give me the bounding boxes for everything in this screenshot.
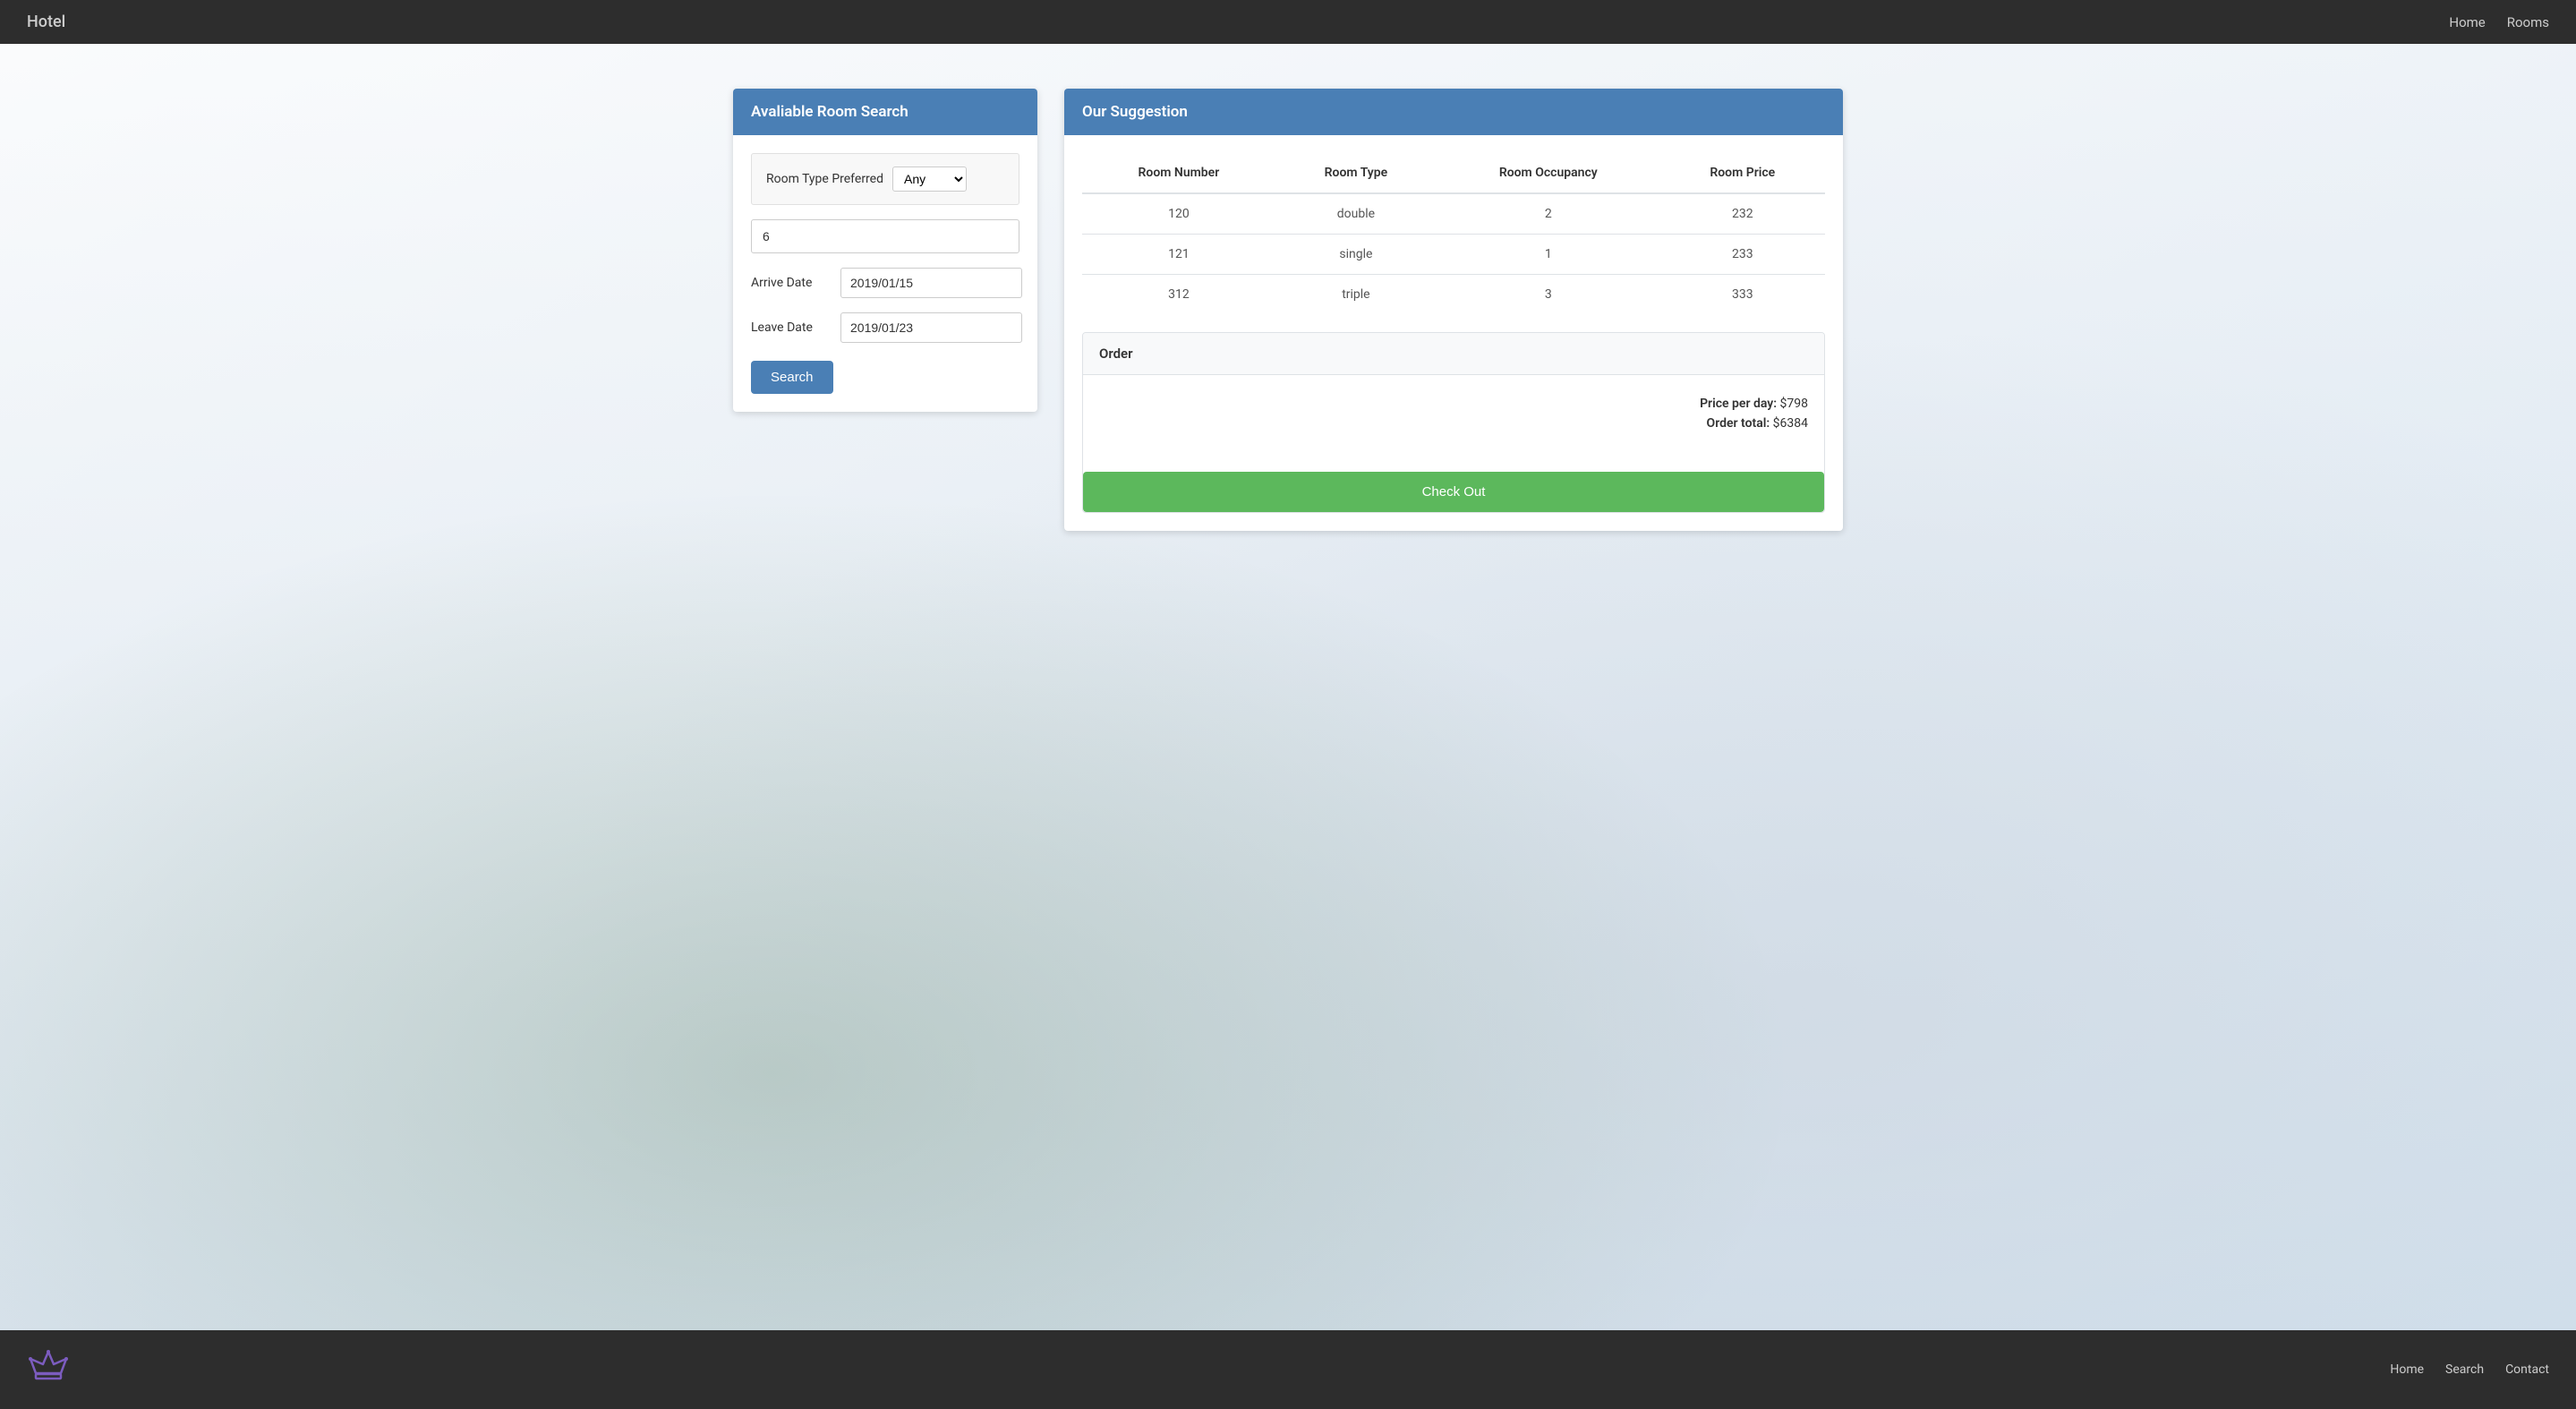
order-total-value: $6384 bbox=[1773, 416, 1808, 431]
search-panel-title: Avaliable Room Search bbox=[751, 103, 908, 121]
table-row: 120 double 2 232 bbox=[1082, 193, 1825, 235]
suggestion-panel-title: Our Suggestion bbox=[1082, 103, 1188, 121]
leave-date-label: Leave Date bbox=[751, 320, 832, 335]
footer-links: Home Search Contact bbox=[2390, 1362, 2549, 1377]
content-wrapper: Avaliable Room Search Room Type Preferre… bbox=[661, 44, 1915, 576]
col-room-occupancy: Room Occupancy bbox=[1437, 153, 1660, 193]
order-header: Order bbox=[1083, 333, 1824, 375]
leave-date-row: Leave Date bbox=[751, 312, 1019, 343]
table-row: 312 triple 3 333 bbox=[1082, 275, 1825, 315]
cell-room-occupancy: 1 bbox=[1437, 235, 1660, 275]
cell-room-occupancy: 3 bbox=[1437, 275, 1660, 315]
room-type-row: Room Type Preferred Any Single Double Tr… bbox=[751, 153, 1019, 205]
cell-room-type: double bbox=[1275, 193, 1437, 235]
order-body: Price per day: $798 Order total: $6384 bbox=[1083, 375, 1824, 457]
cell-room-type: triple bbox=[1275, 275, 1437, 315]
nav-home-link[interactable]: Home bbox=[2449, 14, 2485, 30]
search-panel-header: Avaliable Room Search bbox=[733, 89, 1037, 135]
footer-home-link[interactable]: Home bbox=[2390, 1362, 2424, 1377]
cell-room-occupancy: 2 bbox=[1437, 193, 1660, 235]
main-content: Avaliable Room Search Room Type Preferre… bbox=[0, 44, 2576, 1330]
room-type-select[interactable]: Any Single Double Triple bbox=[892, 167, 967, 192]
cell-room-number: 312 bbox=[1082, 275, 1275, 315]
order-totals: Price per day: $798 Order total: $6384 bbox=[1099, 389, 1808, 443]
suggestion-panel: Our Suggestion Room Number Room Type Roo… bbox=[1064, 89, 1843, 531]
cell-room-price: 333 bbox=[1660, 275, 1825, 315]
footer: Home Search Contact bbox=[0, 1330, 2576, 1409]
room-type-label: Room Type Preferred bbox=[766, 172, 883, 186]
guests-input[interactable] bbox=[751, 219, 1019, 253]
suggestion-panel-body: Room Number Room Type Room Occupancy Roo… bbox=[1064, 135, 1843, 531]
rooms-table: Room Number Room Type Room Occupancy Roo… bbox=[1082, 153, 1825, 314]
table-row: 121 single 1 233 bbox=[1082, 235, 1825, 275]
arrive-date-row: Arrive Date bbox=[751, 268, 1019, 298]
footer-logo bbox=[27, 1346, 70, 1393]
price-per-day-label: Price per day: bbox=[1700, 397, 1777, 411]
top-navigation: Hotel Home Rooms bbox=[0, 0, 2576, 44]
suggestion-panel-header: Our Suggestion bbox=[1064, 89, 1843, 135]
order-total-label: Order total: bbox=[1707, 416, 1770, 431]
col-room-price: Room Price bbox=[1660, 153, 1825, 193]
cell-room-number: 121 bbox=[1082, 235, 1275, 275]
price-per-day-row: Price per day: $798 bbox=[1099, 397, 1808, 411]
footer-search-link[interactable]: Search bbox=[2445, 1362, 2484, 1377]
col-room-number: Room Number bbox=[1082, 153, 1275, 193]
nav-rooms-link[interactable]: Rooms bbox=[2507, 14, 2549, 30]
brand-name: Hotel bbox=[27, 13, 65, 31]
cell-room-type: single bbox=[1275, 235, 1437, 275]
cell-room-number: 120 bbox=[1082, 193, 1275, 235]
price-per-day-value: $798 bbox=[1780, 397, 1808, 411]
cell-room-price: 233 bbox=[1660, 235, 1825, 275]
arrive-date-label: Arrive Date bbox=[751, 276, 832, 290]
col-room-type: Room Type bbox=[1275, 153, 1437, 193]
cell-room-price: 232 bbox=[1660, 193, 1825, 235]
arrive-date-input[interactable] bbox=[840, 268, 1022, 298]
search-panel-body: Room Type Preferred Any Single Double Tr… bbox=[733, 135, 1037, 412]
search-panel: Avaliable Room Search Room Type Preferre… bbox=[733, 89, 1037, 412]
order-section: Order Price per day: $798 Order total: $… bbox=[1082, 332, 1825, 513]
top-nav-links: Home Rooms bbox=[2449, 14, 2549, 30]
search-button[interactable]: Search bbox=[751, 361, 833, 394]
checkout-button[interactable]: Check Out bbox=[1083, 472, 1824, 512]
leave-date-input[interactable] bbox=[840, 312, 1022, 343]
order-title: Order bbox=[1099, 346, 1133, 362]
table-header-row: Room Number Room Type Room Occupancy Roo… bbox=[1082, 153, 1825, 193]
footer-contact-link[interactable]: Contact bbox=[2505, 1362, 2549, 1377]
order-total-row: Order total: $6384 bbox=[1099, 416, 1808, 431]
